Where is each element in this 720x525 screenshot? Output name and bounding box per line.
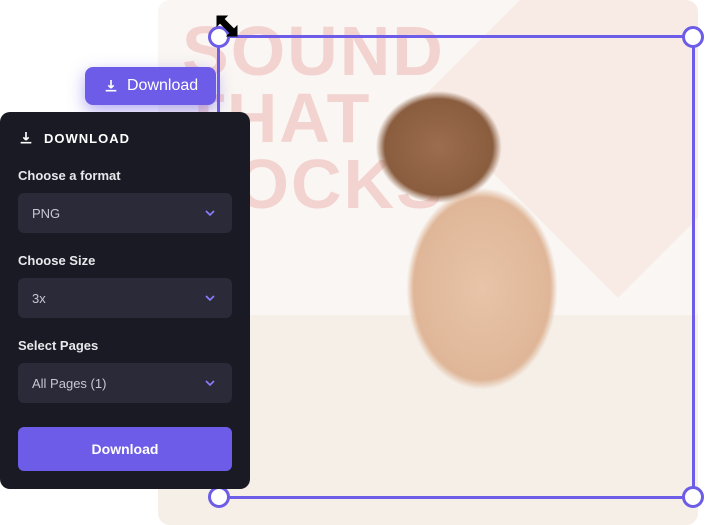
chevron-down-icon: [202, 290, 218, 306]
panel-header: DOWNLOAD: [18, 130, 232, 146]
resize-cursor-icon: [213, 12, 241, 40]
format-value: PNG: [32, 206, 60, 221]
format-label: Choose a format: [18, 168, 232, 183]
chevron-down-icon: [202, 375, 218, 391]
panel-title: DOWNLOAD: [44, 131, 130, 146]
pages-field-group: Select Pages All Pages (1): [18, 338, 232, 403]
download-action-label: Download: [92, 441, 159, 457]
size-field-group: Choose Size 3x: [18, 253, 232, 318]
download-button[interactable]: Download: [85, 67, 216, 105]
pages-value: All Pages (1): [32, 376, 106, 391]
pages-label: Select Pages: [18, 338, 232, 353]
chevron-down-icon: [202, 205, 218, 221]
pages-select[interactable]: All Pages (1): [18, 363, 232, 403]
download-action-button[interactable]: Download: [18, 427, 232, 471]
format-field-group: Choose a format PNG: [18, 168, 232, 233]
format-select[interactable]: PNG: [18, 193, 232, 233]
size-label: Choose Size: [18, 253, 232, 268]
download-icon: [18, 130, 34, 146]
download-panel: DOWNLOAD Choose a format PNG Choose Size…: [0, 112, 250, 489]
size-value: 3x: [32, 291, 46, 306]
download-icon: [103, 78, 119, 94]
download-button-label: Download: [127, 77, 198, 95]
size-select[interactable]: 3x: [18, 278, 232, 318]
